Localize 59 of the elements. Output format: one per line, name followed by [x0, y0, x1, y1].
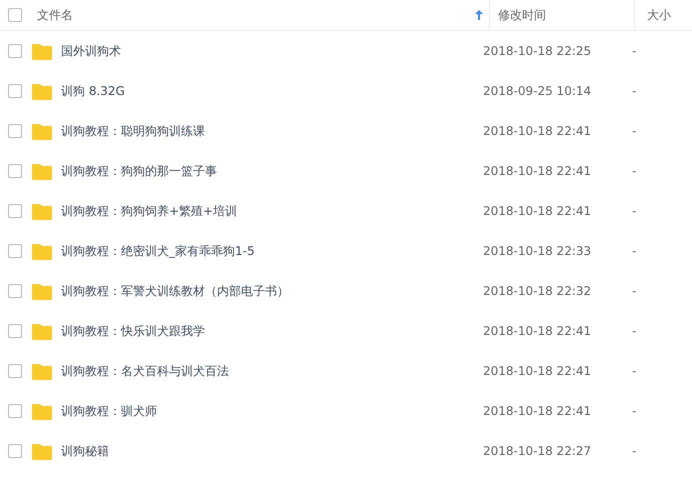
modified-time: 2018-10-18 22:25 — [483, 44, 592, 58]
folder-icon — [32, 282, 52, 300]
file-size: - — [632, 124, 636, 138]
file-name-link[interactable]: 训狗教程：绝密训犬_家有乖乖狗1-5 — [61, 244, 255, 258]
folder-icon — [32, 82, 52, 100]
file-name-link[interactable]: 训狗教程：快乐训犬跟我学 — [61, 324, 205, 338]
file-name-link[interactable]: 训狗教程：聪明狗狗训练课 — [61, 124, 205, 138]
column-header[interactable]: 大小 — [647, 6, 671, 24]
file-name-link[interactable]: 国外训狗术 — [61, 44, 121, 58]
column-header[interactable]: 文件名 — [37, 6, 475, 24]
file-size: - — [632, 324, 636, 338]
file-size: - — [632, 204, 636, 218]
modified-time: 2018-10-18 22:41 — [483, 124, 592, 138]
file-size: - — [632, 364, 636, 378]
file-size: - — [632, 284, 636, 298]
file-name-link[interactable]: 训狗教程：驯犬师 — [61, 404, 157, 418]
folder-icon — [32, 162, 52, 180]
modified-time: 2018-10-18 22:41 — [483, 364, 592, 378]
file-size: - — [632, 404, 636, 418]
modified-time: 2018-10-18 22:32 — [483, 284, 592, 298]
file-size: - — [632, 44, 636, 58]
file-name-link[interactable]: 训狗秘籍 — [61, 444, 109, 458]
folder-icon — [32, 202, 52, 220]
checkbox[interactable] — [8, 84, 22, 98]
checkbox[interactable] — [8, 44, 22, 58]
folder-icon — [32, 402, 52, 420]
file-name-link[interactable]: 训狗教程：名犬百科与训犬百法 — [61, 364, 229, 378]
checkbox[interactable] — [8, 404, 22, 418]
checkbox[interactable] — [8, 284, 22, 298]
file-size: - — [632, 84, 636, 98]
modified-time: 2018-10-18 22:33 — [483, 244, 592, 258]
file-size: - — [632, 444, 636, 458]
modified-time: 2018-10-18 22:41 — [483, 164, 592, 178]
file-size: - — [632, 164, 636, 178]
folder-icon — [32, 362, 52, 380]
file-name-link[interactable]: 训狗教程：军警犬训练教材（内部电子书） — [61, 284, 289, 298]
modified-time: 2018-09-25 10:14 — [483, 84, 592, 98]
folder-icon — [32, 322, 52, 340]
folder-icon — [32, 122, 52, 140]
column-header[interactable]: 修改时间 — [498, 6, 546, 24]
modified-time: 2018-10-18 22:41 — [483, 404, 592, 418]
folder-icon — [32, 42, 52, 60]
checkbox[interactable] — [8, 364, 22, 378]
folder-icon — [32, 442, 52, 460]
checkbox[interactable] — [8, 244, 22, 258]
file-size: - — [632, 244, 636, 258]
file-name-link[interactable]: 训狗 8.32G — [61, 84, 125, 98]
checkbox[interactable] — [8, 444, 22, 458]
file-name-link[interactable]: 训狗教程：狗狗的那一篮子事 — [61, 164, 217, 178]
folder-icon — [32, 242, 52, 260]
modified-time: 2018-10-18 22:41 — [483, 204, 592, 218]
checkbox[interactable] — [8, 204, 22, 218]
checkbox[interactable] — [8, 8, 22, 22]
file-name-link[interactable]: 训狗教程：狗狗饲养+繁殖+培训 — [61, 204, 238, 218]
checkbox[interactable] — [8, 164, 22, 178]
checkbox[interactable] — [8, 324, 22, 338]
modified-time: 2018-10-18 22:27 — [483, 444, 592, 458]
modified-time: 2018-10-18 22:41 — [483, 324, 592, 338]
checkbox[interactable] — [8, 124, 22, 138]
